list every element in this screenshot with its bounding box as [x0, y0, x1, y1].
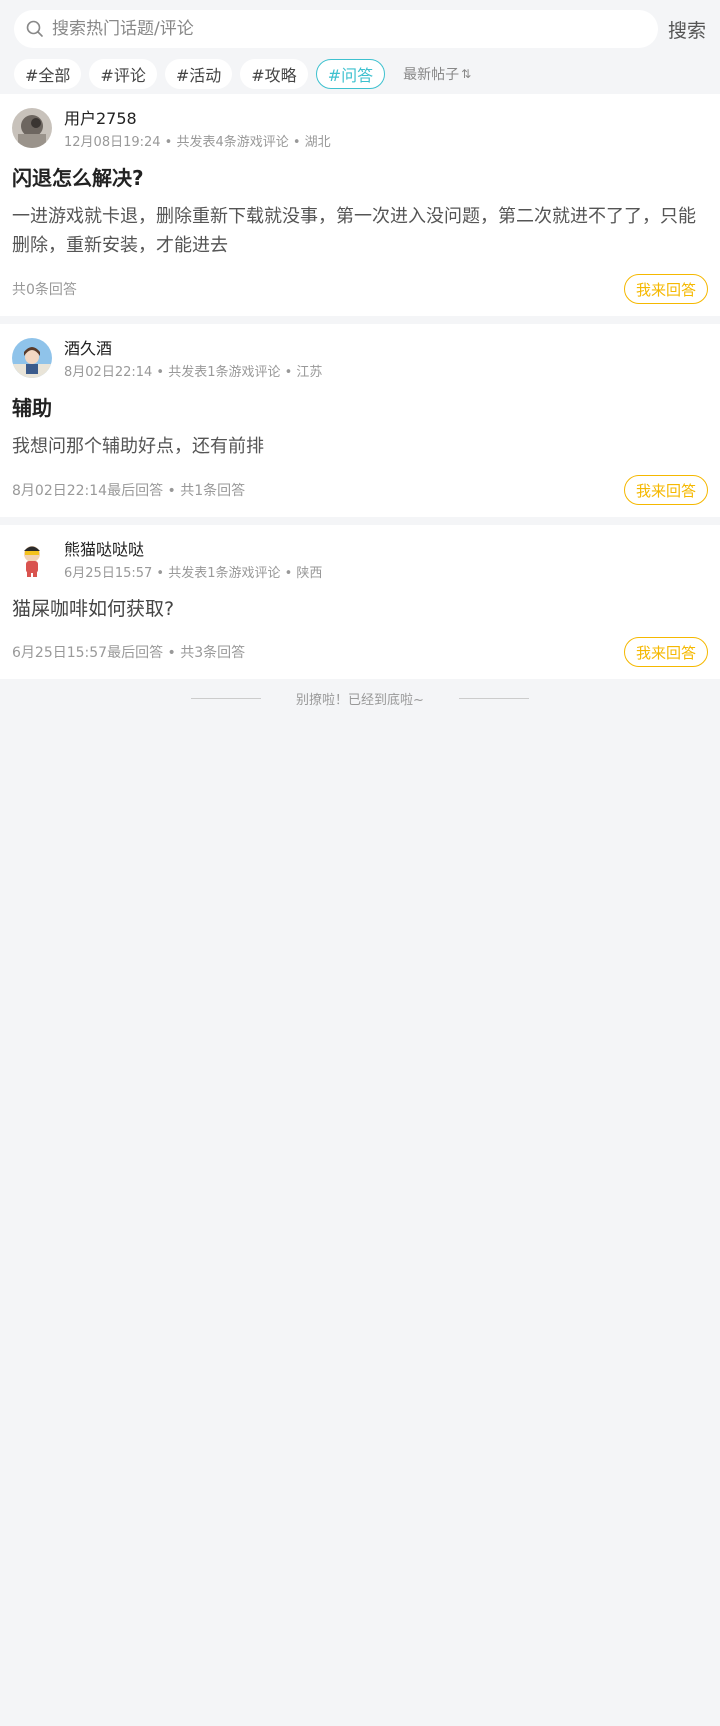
- post-body[interactable]: 一进游戏就卡退，删除重新下载就没事，第一次进入没问题，第二次就进不了了，只能删除…: [12, 202, 708, 260]
- search-button[interactable]: 搜索: [668, 16, 706, 43]
- avatar[interactable]: [12, 108, 52, 148]
- sort-dropdown[interactable]: 最新帖子 ⇅: [403, 64, 471, 84]
- sort-arrows-icon: ⇅: [461, 67, 472, 81]
- username[interactable]: 熊猫哒哒哒: [64, 539, 322, 561]
- search-box[interactable]: [14, 10, 658, 48]
- tag-qa[interactable]: #问答: [315, 59, 386, 89]
- post-body[interactable]: 我想问那个辅助好点，还有前排: [12, 432, 708, 461]
- post-author-info: 用户2758 12月08日19:24 • 共发表4条游戏评论 • 湖北: [64, 108, 331, 152]
- tag-all[interactable]: #全部: [14, 59, 82, 89]
- post-card[interactable]: 用户2758 12月08日19:24 • 共发表4条游戏评论 • 湖北 闪退怎么…: [0, 94, 720, 316]
- post-header: 用户2758 12月08日19:24 • 共发表4条游戏评论 • 湖北: [12, 108, 708, 152]
- avatar[interactable]: [12, 338, 52, 378]
- post-card[interactable]: 熊猫哒哒哒 6月25日15:57 • 共发表1条游戏评论 • 陕西 猫屎咖啡如何…: [0, 525, 720, 679]
- tag-guides[interactable]: #攻略: [240, 59, 308, 89]
- answer-button[interactable]: 我来回答: [623, 637, 708, 667]
- post-author-info: 酒久酒 8月02日22:14 • 共发表1条游戏评论 • 江苏: [64, 338, 322, 382]
- search-row: 搜索: [14, 10, 706, 48]
- search-input[interactable]: [50, 18, 658, 40]
- post-footer: 8月02日22:14最后回答 • 共1条回答 我来回答: [12, 475, 708, 505]
- answer-button[interactable]: 我来回答: [623, 475, 708, 505]
- tag-comments[interactable]: #评论: [89, 59, 157, 89]
- answer-count: 共0条回答: [12, 282, 77, 298]
- tag-filter-row: #全部 #评论 #活动 #攻略 #问答 最新帖子 ⇅: [14, 59, 706, 89]
- post-meta: 12月08日19:24 • 共发表4条游戏评论 • 湖北: [64, 135, 331, 150]
- post-title[interactable]: 猫屎咖啡如何获取?: [12, 595, 708, 623]
- divider-right: [458, 698, 529, 699]
- post-title[interactable]: 辅助: [12, 394, 708, 422]
- post-author-info: 熊猫哒哒哒 6月25日15:57 • 共发表1条游戏评论 • 陕西: [64, 539, 322, 583]
- post-footer: 6月25日15:57最后回答 • 共3条回答 我来回答: [12, 637, 708, 667]
- post-meta: 8月02日22:14 • 共发表1条游戏评论 • 江苏: [64, 365, 323, 380]
- post-header: 酒久酒 8月02日22:14 • 共发表1条游戏评论 • 江苏: [12, 338, 708, 382]
- post-footer: 共0条回答 我来回答: [12, 274, 708, 304]
- sort-label: 最新帖子: [403, 67, 460, 83]
- end-of-list-text: 别撩啦！已经到底啦~: [296, 693, 424, 708]
- post-card[interactable]: 酒久酒 8月02日22:14 • 共发表1条游戏评论 • 江苏 辅助 我想问那个…: [0, 324, 720, 517]
- username[interactable]: 用户2758: [64, 108, 331, 130]
- post-title[interactable]: 闪退怎么解决?: [12, 164, 708, 192]
- top-bar: 搜索 #全部 #评论 #活动 #攻略 #问答 最新帖子 ⇅: [0, 0, 720, 94]
- avatar[interactable]: [12, 539, 52, 579]
- search-icon: [26, 20, 44, 38]
- divider-left: [191, 698, 262, 699]
- post-header: 熊猫哒哒哒 6月25日15:57 • 共发表1条游戏评论 • 陕西: [12, 539, 708, 583]
- end-of-list: 别撩啦！已经到底啦~: [0, 689, 720, 708]
- post-meta: 6月25日15:57 • 共发表1条游戏评论 • 陕西: [64, 566, 323, 581]
- last-answer-info: 6月25日15:57最后回答 • 共3条回答: [12, 645, 246, 661]
- tag-events[interactable]: #活动: [164, 59, 233, 89]
- username[interactable]: 酒久酒: [64, 338, 322, 360]
- last-answer-info: 8月02日22:14最后回答 • 共1条回答: [12, 483, 246, 499]
- answer-button[interactable]: 我来回答: [623, 274, 708, 304]
